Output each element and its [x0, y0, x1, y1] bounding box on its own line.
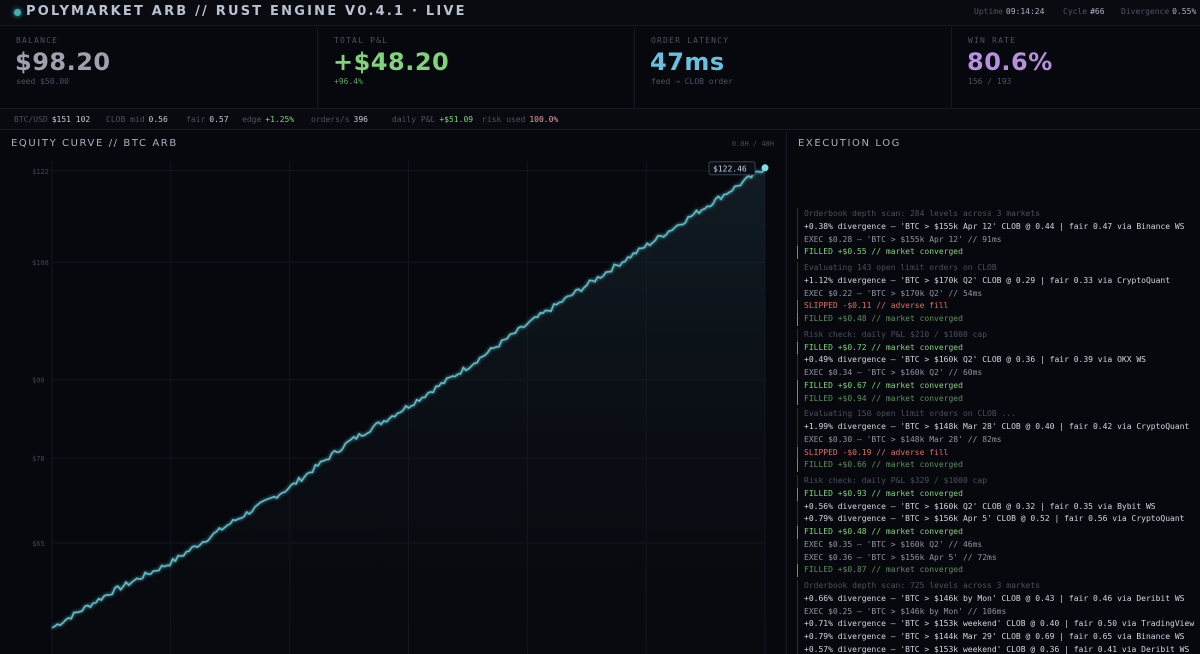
log-line: FILLED +$0.66 // market converged	[797, 459, 1197, 472]
log-line: Orderbook depth scan: 284 levels across …	[797, 208, 1197, 221]
log-line: EXEC $0.22 — 'BTC > $170k Q2' // 54ms	[797, 287, 1197, 301]
equity-end-point	[761, 164, 769, 172]
ticker-edge: edge +1.25%	[242, 115, 295, 124]
log-line: +0.71% divergence — 'BTC > $153k weekend…	[797, 618, 1197, 631]
log-line: EXEC $0.36 — 'BTC > $156k Apr 5' // 72ms	[797, 551, 1197, 565]
log-line: +0.79% divergence — 'BTC > $144k Mar 29'…	[797, 631, 1197, 644]
y-tick-label: $65	[32, 540, 45, 548]
market-ticker: BTC/USD $151 102 CLOB mid 0.56 fair 0.57 ed…	[0, 108, 1200, 130]
log-line: +0.79% divergence — 'BTC > $156k Apr 5' …	[797, 513, 1197, 526]
log-line: FILLED +$0.94 // market converged	[797, 392, 1197, 406]
win-rate-value: 80.6%	[967, 48, 1053, 76]
log-line: SLIPPED -$0.19 // adverse fill	[797, 446, 1197, 460]
log-line: EXEC $0.25 — 'BTC > $146k by Mon' // 106…	[797, 605, 1197, 619]
log-line: FILLED +$0.93 // market converged	[797, 487, 1197, 501]
chart-title: EQUITY CURVE // BTC ARB	[11, 138, 178, 149]
y-tick-label: $90	[32, 377, 45, 385]
latency-label: ORDER LATENCY	[651, 36, 730, 45]
log-line: EXEC $0.28 — 'BTC > $155k Apr 12' // 91m…	[797, 233, 1197, 247]
ticker-btc-usd: BTC/USD $151 102	[14, 115, 91, 124]
pnl-value: +$48.20	[333, 48, 450, 76]
svg-text:$122.46: $122.46	[713, 164, 747, 173]
log-list: Orderbook depth scan: 284 levels across …	[797, 208, 1197, 654]
log-line: Evaluating 143 open limit orders on CLOB	[797, 262, 1197, 275]
log-line: Evaluating 150 open limit orders on CLOB…	[797, 408, 1197, 421]
log-line: FILLED +$0.48 // market converged	[797, 313, 1197, 326]
cycle-stat: Cycle #66	[1063, 7, 1105, 16]
log-line: EXEC $0.35 — 'BTC > $160k Q2' // 46ms	[797, 538, 1197, 552]
equity-chart: $65 $78 $90 $108 $122 $122.46	[32, 161, 769, 654]
latency-sub: feed → CLOB order	[651, 77, 733, 86]
log-line: Orderbook depth scan: 725 levels across …	[797, 580, 1197, 593]
ticker-clob-mid: CLOB mid 0.56	[106, 115, 168, 124]
log-line: +0.49% divergence — 'BTC > $160k Q2' CLO…	[797, 354, 1197, 367]
balance-label: BALANCE	[16, 36, 59, 45]
latency-card: ORDER LATENCY 47ms feed → CLOB order	[635, 27, 952, 107]
log-line: FILLED +$0.55 // market converged	[797, 246, 1197, 259]
log-title: EXECUTION LOG	[798, 138, 902, 149]
log-line: SLIPPED -$0.11 // adverse fill	[797, 300, 1197, 313]
balance-value: $98.20	[15, 48, 111, 76]
balance-sub: seed $50.00	[16, 77, 69, 86]
log-line: FILLED +$0.87 // market converged	[797, 564, 1197, 577]
metric-cards: BALANCE $98.20 seed $50.00 TOTAL P&L +$4…	[0, 27, 1200, 107]
log-line: +0.57% divergence — 'BTC > $153k weekend…	[797, 643, 1197, 654]
ticker-risk-used: risk used 100.0%	[482, 115, 559, 124]
y-tick-label: $108	[32, 259, 49, 267]
pnl-label: TOTAL P&L	[334, 36, 389, 45]
log-line: +0.56% divergence — 'BTC > $160k Q2' CLO…	[797, 500, 1197, 514]
divergence-stat: Divergence 0.55%	[1121, 7, 1197, 16]
uptime-stat: Uptime 09:14:24	[974, 7, 1045, 16]
log-line: +1.99% divergence — 'BTC > $148k Mar 28'…	[797, 421, 1197, 434]
balance-card: BALANCE $98.20 seed $50.00	[0, 27, 318, 107]
win-rate-label: WIN RATE	[968, 36, 1017, 45]
log-line: Risk check: daily P&L $210 / $1000 cap	[797, 328, 1197, 342]
ticker-fair: fair 0.57	[186, 115, 229, 124]
execution-log-panel[interactable]: EXECUTION LOG Orderbook depth scan: 284 …	[788, 131, 1200, 654]
ticker-orders-per-sec: orders/s 396	[311, 115, 368, 124]
pnl-sub: +96.4%	[334, 77, 363, 86]
log-line: FILLED +$0.67 // market converged	[797, 379, 1197, 393]
current-value-tag: $122.46	[708, 161, 756, 176]
log-line: Risk check: daily P&L $329 / $1000 cap	[797, 475, 1197, 488]
win-rate-sub: 156 / 193	[968, 77, 1012, 86]
y-tick-label: $78	[32, 455, 45, 463]
top-bar: POLYMARKET ARB // RUST ENGINE V0.4.1 · L…	[0, 0, 1200, 26]
ticker-daily-pnl: daily P&L +$51.09	[392, 115, 474, 124]
win-rate-card: WIN RATE 80.6% 156 / 193	[952, 27, 1200, 107]
log-line: EXEC $0.34 — 'BTC > $160k Q2' // 60ms	[797, 367, 1197, 380]
pnl-card: TOTAL P&L +$48.20 +96.4%	[318, 27, 635, 107]
log-line: FILLED +$0.72 // market converged	[797, 341, 1197, 355]
chart-range-label: 0.0H / 48H	[731, 140, 774, 148]
app-title: POLYMARKET ARB // RUST ENGINE V0.4.1 · L…	[26, 4, 467, 19]
log-line: +1.12% divergence — 'BTC > $170k Q2' CLO…	[797, 274, 1197, 288]
log-line: FILLED +$0.48 // market converged	[797, 526, 1197, 539]
equity-chart-panel: $65 $78 $90 $108 $122 $122.46 EQUITY CURVE /…	[0, 131, 787, 654]
log-line: +0.38% divergence — 'BTC > $155k Apr 12'…	[797, 220, 1197, 234]
live-status-icon	[14, 9, 21, 16]
log-line: +0.66% divergence — 'BTC > $146k by Mon'…	[797, 592, 1197, 606]
log-line: EXEC $0.30 — 'BTC > $148k Mar 28' // 82m…	[797, 433, 1197, 447]
y-tick-label: $122	[32, 168, 49, 176]
latency-value: 47ms	[650, 48, 725, 76]
